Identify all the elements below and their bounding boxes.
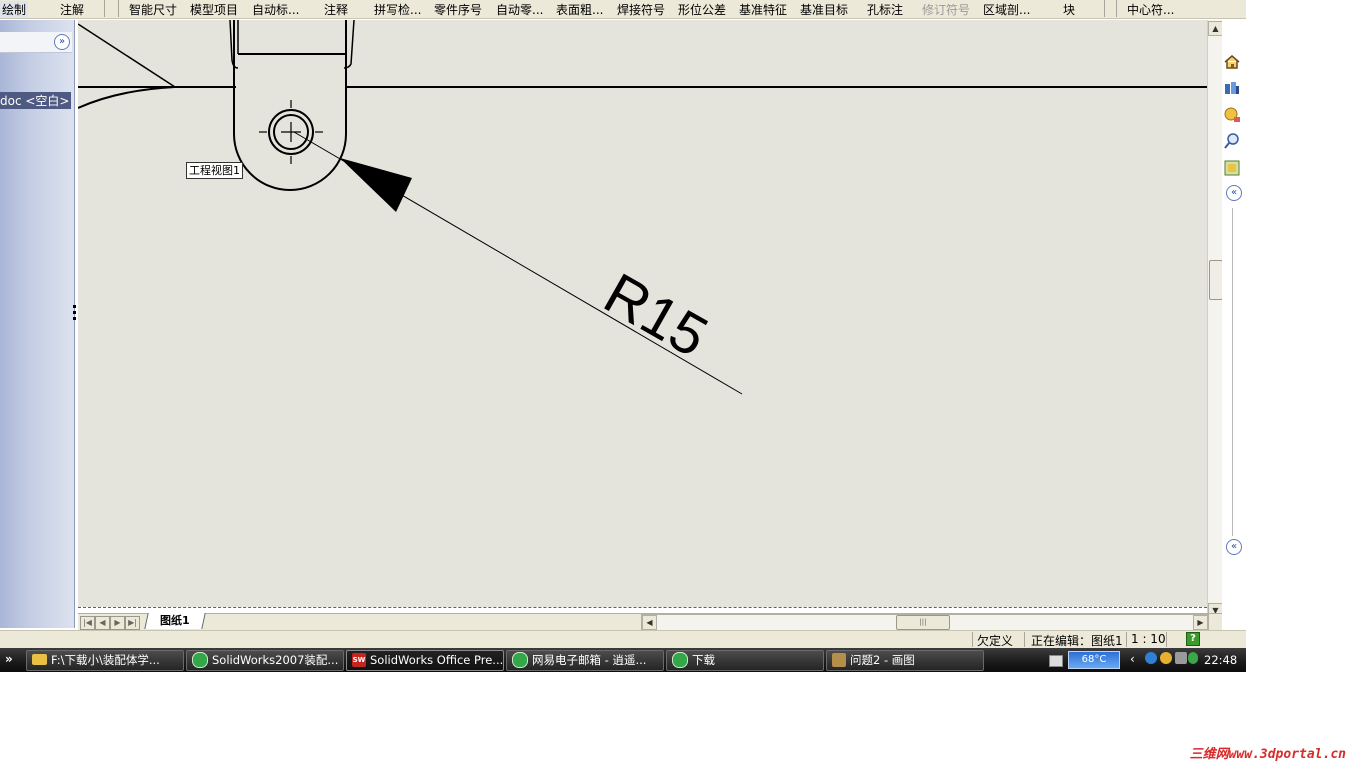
status-divider xyxy=(1024,632,1025,647)
status-scale[interactable]: 1 : 10 xyxy=(1131,632,1166,646)
browser-icon xyxy=(192,651,208,668)
toolbar-tab-sketch[interactable]: 绘制 xyxy=(0,1,29,18)
taskbar-button-label: F:\下载小\装配体学... xyxy=(51,653,160,667)
taskbar-button-browser-3[interactable]: 下载 xyxy=(666,650,824,671)
toolbar-separator xyxy=(1104,0,1105,17)
speaker-tray-icon[interactable] xyxy=(1188,652,1198,664)
center-mark-button[interactable]: 中心符... xyxy=(1127,1,1174,18)
help-icon[interactable]: ? xyxy=(1186,632,1200,646)
last-sheet-button[interactable]: ▶| xyxy=(125,616,140,630)
dimension-arrowhead xyxy=(340,158,412,212)
appearance-icon[interactable] xyxy=(1223,106,1241,124)
taskbar-clock[interactable]: 22:48 xyxy=(1204,653,1237,667)
sheet-tab-1[interactable]: 图纸1 xyxy=(144,613,206,629)
hole-callout-button[interactable]: 孔标注 xyxy=(867,1,903,18)
home-icon[interactable] xyxy=(1223,53,1241,71)
balloon-button[interactable]: 零件序号 xyxy=(434,1,482,18)
drawing-canvas[interactable]: R15 xyxy=(78,20,1207,607)
lug-outline xyxy=(233,20,347,191)
keyboard-icon[interactable] xyxy=(1049,655,1063,667)
status-divider xyxy=(972,632,973,647)
quick-launch-chevron-icon[interactable]: » xyxy=(5,652,13,666)
model-items-button[interactable]: 模型项目 xyxy=(190,1,238,18)
radius-dimension-text[interactable]: R15 xyxy=(594,261,719,370)
taskbar-button-label: SolidWorks2007装配... xyxy=(212,653,339,667)
sheet-boundary-line xyxy=(78,607,1207,608)
smart-dimension-button[interactable]: 智能尺寸 xyxy=(129,1,177,18)
feature-tree-document-item[interactable]: doc <空白> xyxy=(0,92,72,109)
weld-symbol-button[interactable]: 焊接符号 xyxy=(617,1,665,18)
surface-finish-button[interactable]: 表面粗... xyxy=(556,1,603,18)
feature-manager-panel xyxy=(0,20,75,628)
drawing-graphics: R15 xyxy=(78,20,1207,395)
network-tray-icon[interactable] xyxy=(1145,652,1157,664)
taskbar-button-folder[interactable]: F:\下载小\装配体学... xyxy=(26,650,184,671)
volume-tray-icon[interactable] xyxy=(1175,652,1187,664)
vertical-scroll-thumb[interactable] xyxy=(1209,260,1223,300)
custom-properties-icon[interactable] xyxy=(1223,159,1241,177)
geometric-tolerance-button[interactable]: 形位公差 xyxy=(678,1,726,18)
datum-feature-button[interactable]: 基准特征 xyxy=(739,1,787,18)
toolbar-separator xyxy=(104,0,105,17)
browser-icon xyxy=(512,651,528,668)
revision-symbol-button[interactable]: 修订符号 xyxy=(922,1,970,18)
taskbar-button-label: SolidWorks Office Pre... xyxy=(370,653,504,667)
taskbar-button-solidworks[interactable]: SW SolidWorks Office Pre... xyxy=(346,650,504,671)
taskbar-button-label: 网易电子邮箱 - 逍遥... xyxy=(532,653,647,667)
toolbar-tab-annotation[interactable]: 注解 xyxy=(60,1,84,18)
task-pane-divider xyxy=(1232,208,1233,536)
auto-dimension-button[interactable]: 自动标... xyxy=(252,1,299,18)
area-hatch-button[interactable]: 区域剖... xyxy=(983,1,1030,18)
scroll-left-button[interactable]: ◀ xyxy=(642,615,657,630)
status-divider xyxy=(1166,632,1167,647)
double-chevron-left-icon[interactable]: « xyxy=(1226,185,1242,201)
tray-expand-chevron-icon[interactable]: ‹ xyxy=(1130,652,1135,666)
view-palette-icon[interactable] xyxy=(1223,80,1241,98)
taskbar-button-label: 下载 xyxy=(692,653,715,667)
taskbar-button-label: 问题2 - 画图 xyxy=(850,653,915,667)
status-editing: 正在编辑：图纸1 xyxy=(1031,634,1123,648)
taskbar-button-browser-2[interactable]: 网易电子邮箱 - 逍遥... xyxy=(506,650,664,671)
previous-sheet-button[interactable]: ◀ xyxy=(95,616,110,630)
spell-check-button[interactable]: 拼写检... xyxy=(374,1,421,18)
solidworks-icon: SW xyxy=(352,652,366,667)
drawing-view-label[interactable]: 工程视图1 xyxy=(186,162,243,179)
paint-icon xyxy=(832,652,846,667)
search-icon[interactable] xyxy=(1223,132,1241,150)
horizontal-scroll-thumb[interactable]: ||| xyxy=(896,615,950,630)
status-definition: 欠定义 xyxy=(977,634,1014,648)
first-sheet-button[interactable]: |◀ xyxy=(80,616,95,630)
sheet-tab-label: 图纸1 xyxy=(160,614,190,627)
taskbar-button-paint[interactable]: 问题2 - 画图 xyxy=(826,650,984,671)
site-watermark: 三维网www.3dportal.cn xyxy=(1189,747,1346,762)
double-chevron-left-icon[interactable]: « xyxy=(1226,539,1242,555)
taskbar-button-browser-1[interactable]: SolidWorks2007装配... xyxy=(186,650,344,671)
double-chevron-right-icon[interactable]: » xyxy=(54,34,70,50)
vertical-scrollbar[interactable] xyxy=(1207,20,1223,628)
status-divider xyxy=(1126,632,1127,647)
note-button[interactable]: 注释 xyxy=(324,1,348,18)
next-sheet-button[interactable]: ▶ xyxy=(110,616,125,630)
auto-balloon-button[interactable]: 自动零... xyxy=(496,1,543,18)
toolbar-separator xyxy=(118,0,119,17)
folder-icon xyxy=(32,654,47,665)
browser-icon xyxy=(672,651,688,668)
toolbar-separator xyxy=(1116,0,1117,17)
scroll-up-button[interactable]: ▲ xyxy=(1208,21,1223,36)
datum-target-button[interactable]: 基准目标 xyxy=(800,1,848,18)
qq-tray-icon[interactable] xyxy=(1160,652,1172,664)
annotation-toolbar: 绘制 注解 智能尺寸 模型项目 自动标... 注释 拼写检... 零件序号 自动… xyxy=(0,0,1246,19)
part-edge-diagonal xyxy=(78,23,176,88)
temperature-gadget[interactable]: 68°C xyxy=(1068,651,1120,669)
block-button[interactable]: 块 xyxy=(1063,1,1075,18)
scroll-right-button[interactable]: ▶ xyxy=(1193,615,1208,630)
part-edge-arc xyxy=(78,86,176,109)
